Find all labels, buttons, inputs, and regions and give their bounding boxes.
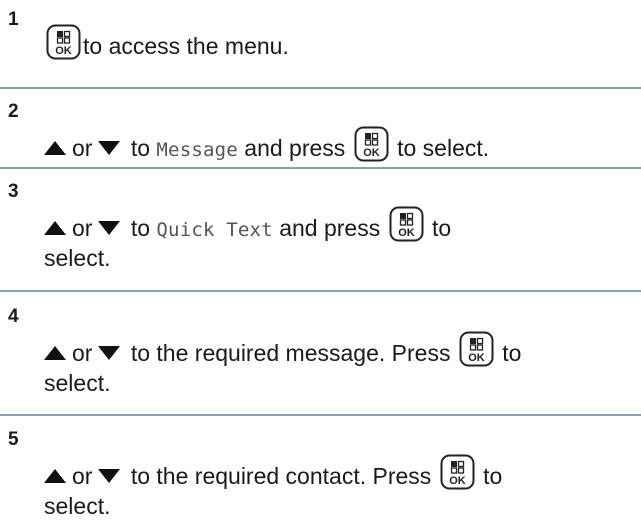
- instruction-text: to the required contact. Press: [130, 463, 432, 489]
- step-5-line-2: select.: [44, 492, 641, 520]
- svg-text:OK: OK: [55, 45, 72, 57]
- instruction-text: to the required message. Press: [130, 340, 451, 366]
- step-number: 2: [8, 101, 19, 122]
- step-5-line: or to the required contact. Press OK to: [44, 454, 641, 490]
- up-arrow-icon: [44, 338, 66, 366]
- or-text: or: [72, 463, 93, 489]
- divider: [0, 87, 641, 89]
- divider: [0, 290, 641, 292]
- svg-text:OK: OK: [398, 227, 415, 239]
- or-text: or: [72, 340, 93, 366]
- divider: [0, 167, 641, 169]
- step-3-line-2: select.: [44, 244, 641, 272]
- menu-ok-button-icon: OK: [440, 454, 475, 490]
- to-text: to: [130, 135, 151, 161]
- svg-text:OK: OK: [468, 352, 485, 364]
- up-arrow-icon: [44, 461, 66, 489]
- or-text: or: [72, 215, 93, 241]
- step-2-line: or to Message and press OK to select.: [44, 126, 641, 164]
- down-arrow-icon: [98, 133, 121, 161]
- menu-ok-button-icon: OK: [46, 24, 81, 60]
- down-arrow-icon: [98, 213, 121, 241]
- menu-item-quick-text: Quick Text: [156, 219, 273, 241]
- press-text: and press: [279, 215, 381, 241]
- menu-ok-button-icon: OK: [459, 331, 494, 367]
- continuation-text: select.: [44, 370, 111, 396]
- step-number: 3: [8, 181, 19, 202]
- step-1-line: OK to access the menu.: [44, 24, 641, 60]
- down-arrow-icon: [98, 338, 121, 366]
- menu-item-message: Message: [156, 139, 238, 161]
- after-text: to: [432, 215, 452, 241]
- step-number: 1: [8, 9, 19, 30]
- step-number: 5: [8, 429, 19, 450]
- divider: [0, 414, 641, 416]
- after-text: to: [483, 463, 503, 489]
- or-text: or: [72, 135, 93, 161]
- step-3-line: or to Quick Text and press OK to: [44, 206, 641, 244]
- continuation-text: select.: [44, 493, 111, 519]
- step-4-line: or to the required message. Press OK to: [44, 331, 641, 367]
- continuation-text: select.: [44, 245, 111, 271]
- step-4-line-2: select.: [44, 369, 641, 397]
- after-text: to select.: [397, 135, 490, 161]
- down-arrow-icon: [98, 461, 121, 489]
- menu-ok-button-icon: OK: [354, 126, 389, 162]
- svg-text:OK: OK: [449, 475, 466, 487]
- step-text: to access the menu.: [83, 33, 289, 59]
- svg-text:OK: OK: [363, 147, 380, 159]
- after-text: to: [502, 340, 522, 366]
- press-text: and press: [244, 135, 346, 161]
- menu-ok-button-icon: OK: [389, 206, 424, 242]
- to-text: to: [130, 215, 151, 241]
- up-arrow-icon: [44, 213, 66, 241]
- up-arrow-icon: [44, 133, 66, 161]
- step-number: 4: [8, 306, 19, 327]
